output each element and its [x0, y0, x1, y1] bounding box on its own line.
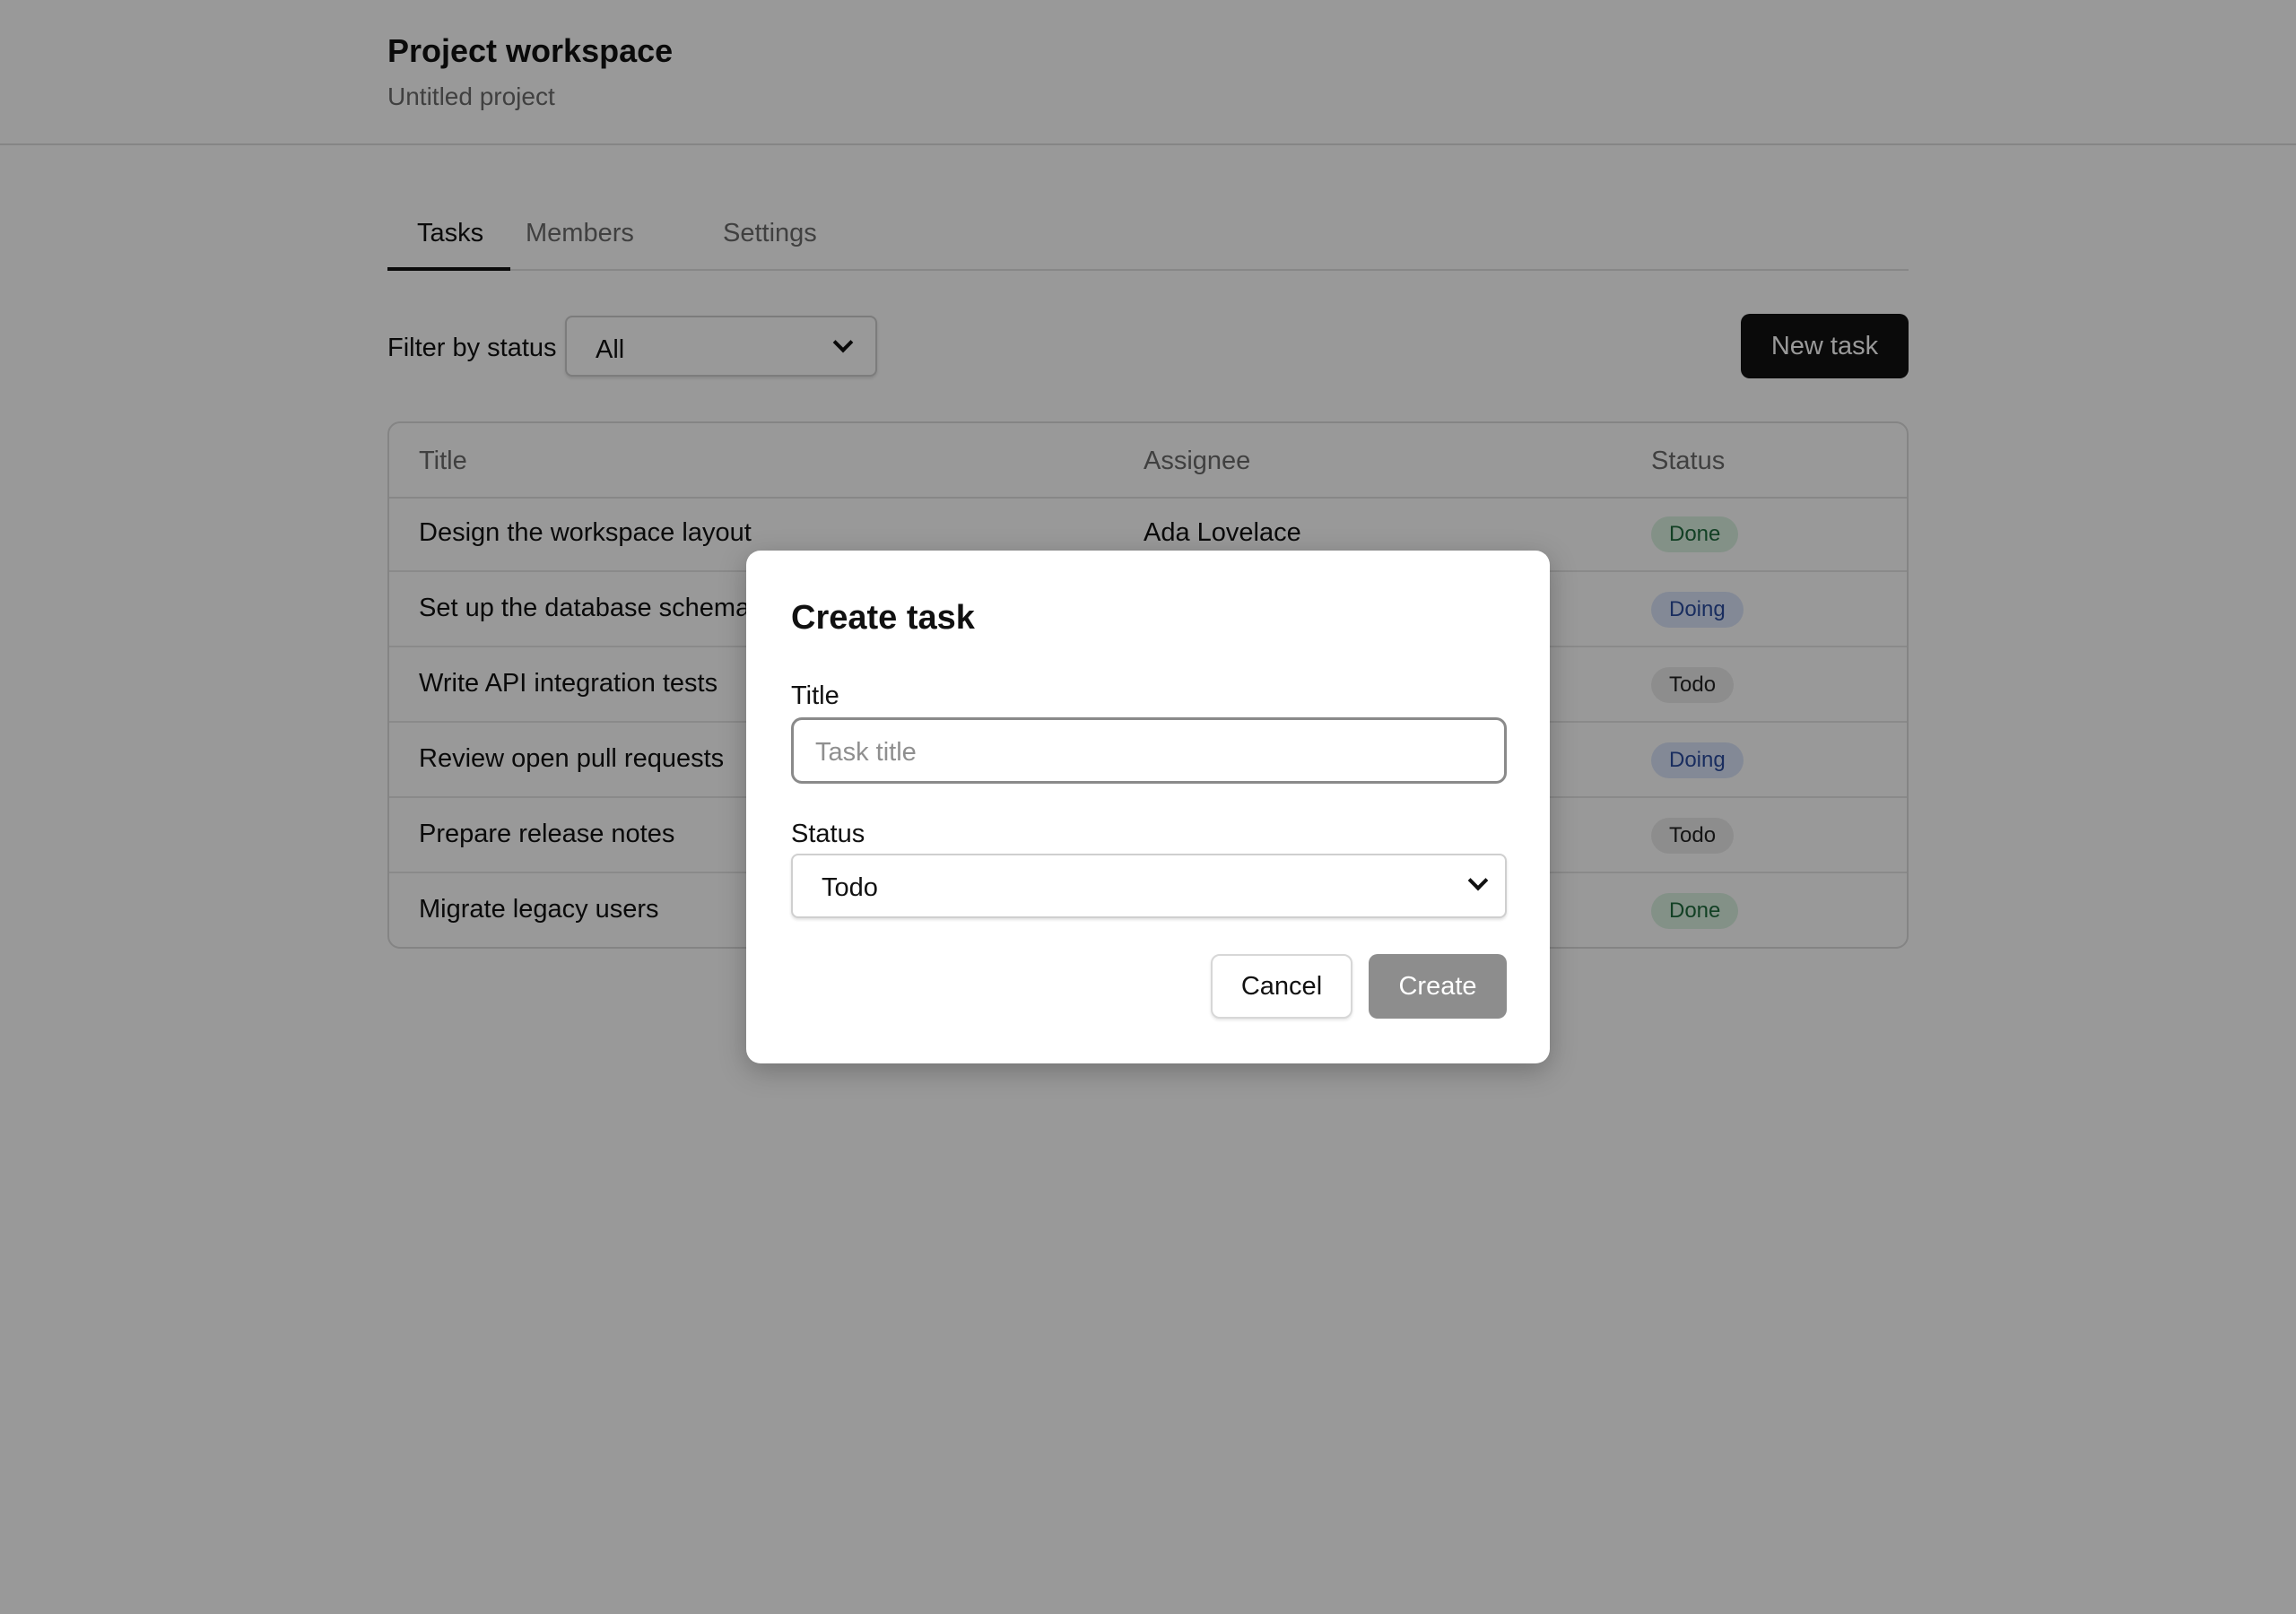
task-title-placeholder: Task title — [815, 738, 917, 767]
task-title-input[interactable]: Task title — [791, 717, 1507, 784]
status-field-label: Status — [791, 820, 865, 848]
create-button[interactable]: Create — [1369, 954, 1507, 1019]
dialog-title: Create task — [791, 599, 975, 637]
title-field-label: Title — [791, 681, 839, 710]
task-status-select[interactable]: Todo — [791, 854, 1507, 918]
chevron-down-icon — [1467, 870, 1489, 891]
create-task-dialog: Create task Title Task title Status Todo… — [746, 551, 1550, 1063]
task-status-value: Todo — [822, 873, 878, 902]
cancel-button[interactable]: Cancel — [1211, 954, 1352, 1019]
